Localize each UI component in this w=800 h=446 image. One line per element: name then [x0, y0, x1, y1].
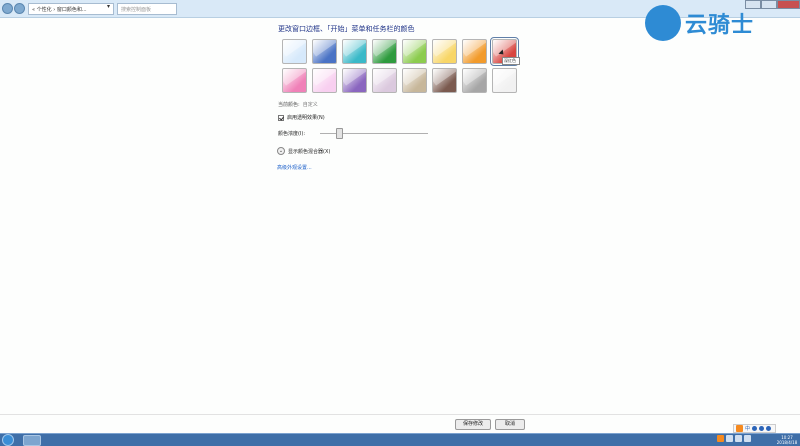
page-title: 更改窗口边框、「开始」菜单和任务栏的颜色	[278, 25, 415, 33]
ime-mode[interactable]: 中	[745, 425, 750, 432]
cancel-button[interactable]: 取消	[495, 419, 525, 430]
system-tray	[717, 435, 753, 442]
current-color: 当前颜色: 自定义	[278, 101, 318, 108]
footer-divider	[0, 414, 800, 415]
color-swatch[interactable]	[342, 39, 367, 64]
flag-icon[interactable]	[726, 435, 733, 442]
transparency-label: 启用透明效果(N)	[287, 115, 325, 121]
search-input[interactable]: 搜索控制面板	[117, 3, 177, 15]
color-swatch[interactable]	[372, 39, 397, 64]
color-swatch[interactable]	[492, 68, 517, 93]
ime-toolbar: 中	[733, 424, 777, 433]
transparency-checkbox[interactable]	[278, 114, 284, 121]
advanced-appearance-link[interactable]: 高级外观设置...	[277, 164, 312, 171]
color-swatch[interactable]	[402, 39, 427, 64]
save-button[interactable]: 保存修改	[455, 419, 491, 430]
color-mixer-label: 显示颜色混合器(X)	[288, 148, 331, 155]
taskbar: 10:27 2018/4/18	[0, 433, 800, 446]
color-swatch[interactable]	[462, 39, 487, 64]
swatch-tooltip: 深红色	[502, 57, 520, 65]
knight-logo-icon	[645, 5, 681, 41]
taskbar-item-control-panel[interactable]	[23, 435, 41, 446]
network-icon[interactable]	[735, 435, 742, 442]
color-swatch[interactable]	[312, 39, 337, 64]
color-mixer-toggle[interactable]: ⌄ 显示颜色混合器(X)	[277, 147, 330, 155]
volume-icon[interactable]	[744, 435, 751, 442]
clock[interactable]: 10:27 2018/4/18	[774, 434, 800, 446]
sogou-icon[interactable]	[736, 425, 743, 432]
current-color-label: 当前颜色:	[278, 102, 300, 108]
chevron-down-icon[interactable]: ⌄	[277, 147, 285, 155]
current-color-value: 自定义	[302, 102, 318, 108]
transparency-option[interactable]: 启用透明效果(N)	[278, 114, 325, 121]
back-button[interactable]	[2, 3, 13, 14]
color-swatch[interactable]	[372, 68, 397, 93]
microphone-icon[interactable]	[766, 426, 772, 431]
watermark-text: 云骑士	[685, 13, 755, 38]
color-swatch[interactable]	[282, 39, 307, 64]
watermark-logo: 云骑士	[645, 4, 795, 42]
chevron-down-icon[interactable]: ▾	[107, 3, 110, 10]
color-swatch[interactable]	[432, 39, 457, 64]
intensity-label: 颜色浓度(I):	[278, 131, 306, 137]
forward-button[interactable]	[14, 3, 25, 14]
color-swatch[interactable]	[462, 68, 487, 93]
window: « 个性化 › 窗口颜色和... ▾ 搜索控制面板 云骑士 更改窗口边框、「开始…	[0, 0, 800, 446]
color-swatch[interactable]	[312, 68, 337, 93]
color-swatch[interactable]	[402, 68, 427, 93]
intensity-slider-thumb[interactable]	[336, 128, 344, 139]
start-button[interactable]	[2, 434, 14, 446]
color-swatch[interactable]	[282, 68, 307, 93]
moon-icon[interactable]	[752, 426, 758, 431]
clock-date: 2018/4/18	[776, 440, 798, 445]
sogou-tray-icon[interactable]	[717, 435, 724, 442]
address-input[interactable]: « 个性化 › 窗口颜色和...	[28, 3, 114, 15]
punctuation-icon[interactable]	[759, 426, 765, 431]
color-swatch[interactable]	[432, 68, 457, 93]
color-swatch[interactable]	[342, 68, 367, 93]
